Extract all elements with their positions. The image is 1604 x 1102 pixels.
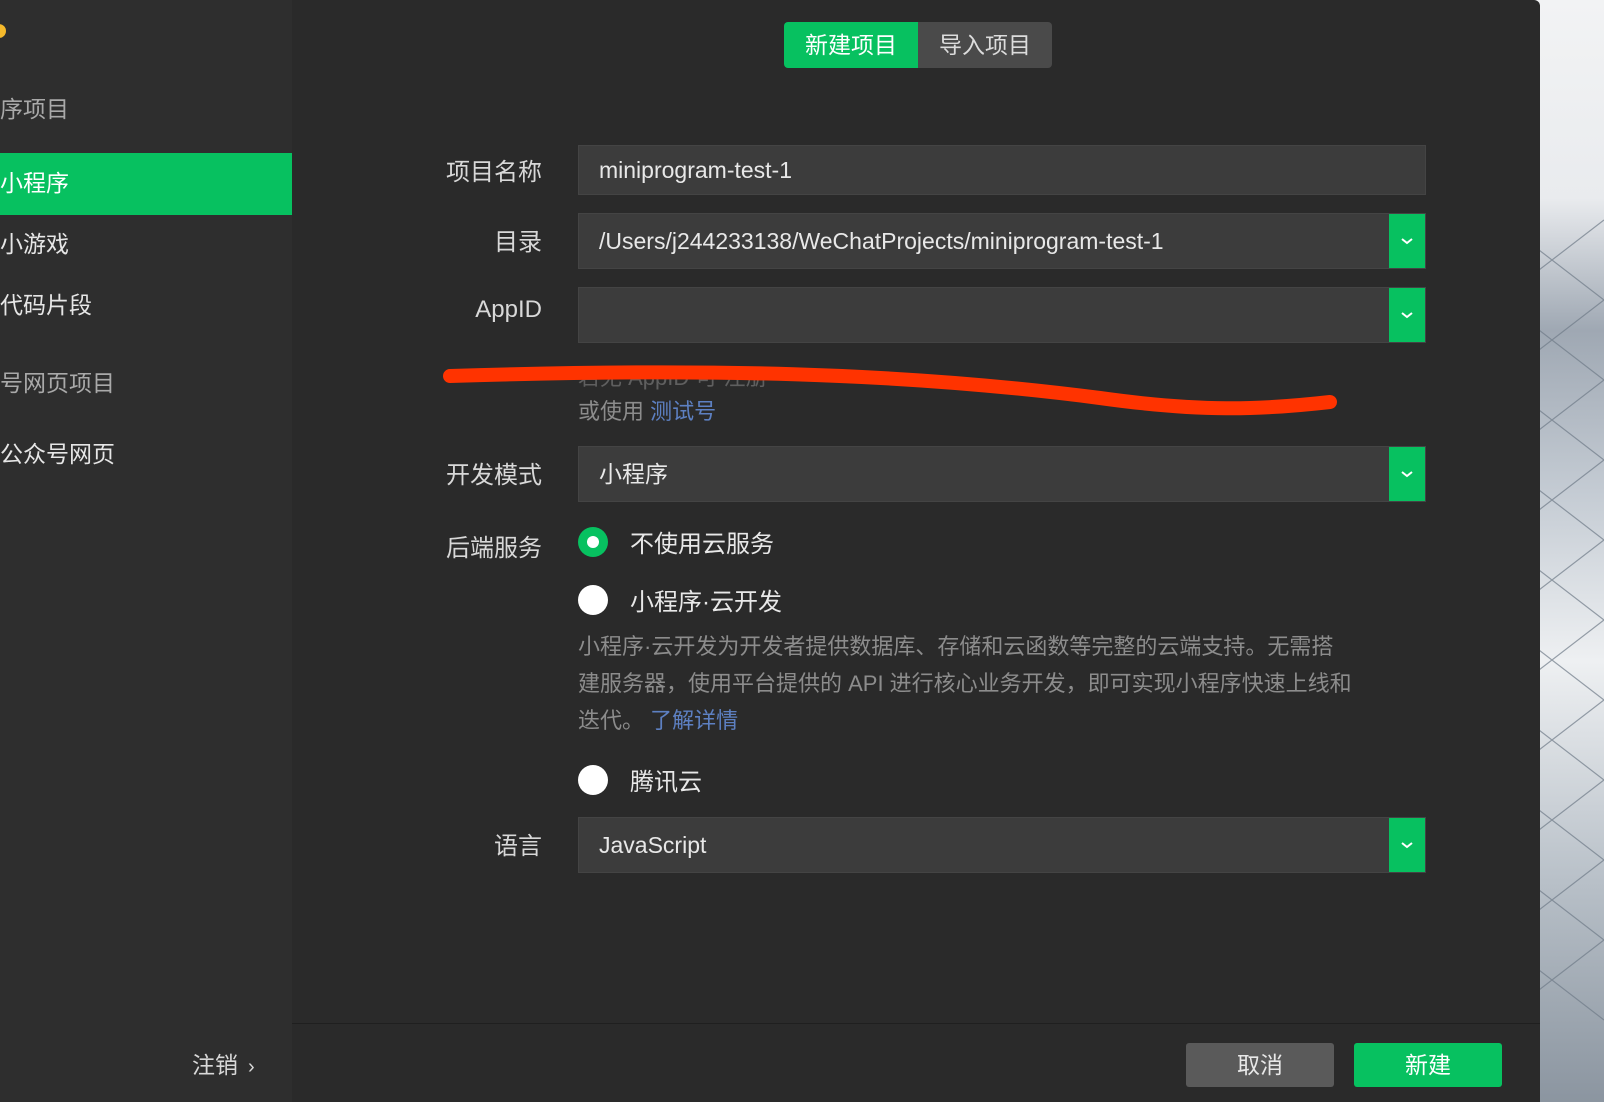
cloud-desc-line1: 小程序·云开发为开发者提供数据库、存储和云函数等完整的云端支持。无需搭 <box>578 634 1334 659</box>
backend-option-none[interactable]: 不使用云服务 <box>578 524 774 559</box>
radio-unselected[interactable] <box>578 584 608 615</box>
sidebar-item-official-web[interactable]: 公众号网页 <box>0 424 292 486</box>
window-minimize-dot[interactable] <box>0 24 6 38</box>
language-select[interactable]: JavaScript <box>578 817 1426 873</box>
sidebar: 序项目 小程序 小游戏 代码片段 号网页项目 公众号网页 注销 › <box>0 0 292 1102</box>
sidebar-section-miniprogram: 序项目 <box>0 96 69 122</box>
main-panel: 新建项目 导入项目 项目名称 miniprogram-test-1 目录 /Us… <box>292 0 1540 1102</box>
dev-mode-value: 小程序 <box>599 461 668 487</box>
appid-input[interactable] <box>599 288 1379 342</box>
project-type-tabs: 新建项目 导入项目 <box>784 22 1052 68</box>
backend-option-tencent-label: 腾讯云 <box>630 769 702 796</box>
dev-mode-label: 开发模式 <box>446 462 542 489</box>
appid-hint-obscured: 若无 AppID 可 注册 <box>578 365 768 390</box>
project-name-value: miniprogram-test-1 <box>599 157 792 183</box>
appid-select[interactable] <box>578 287 1426 343</box>
cloud-description: 小程序·云开发为开发者提供数据库、存储和云函数等完整的云端支持。无需搭 建服务器… <box>578 628 1418 739</box>
cloud-desc-line3: 迭代。 了解详情 <box>578 702 1418 739</box>
dev-mode-select[interactable]: 小程序 <box>578 446 1426 502</box>
logout-link[interactable]: 注销 › <box>192 1046 255 1080</box>
project-name-label: 项目名称 <box>446 159 542 186</box>
language-value: JavaScript <box>599 832 707 858</box>
language-label: 语言 <box>494 833 542 860</box>
footer-divider <box>292 1023 1540 1024</box>
backend-option-cloud-label: 小程序·云开发 <box>630 589 782 616</box>
sidebar-item-minigame[interactable]: 小游戏 <box>0 214 292 276</box>
tab-import-project[interactable]: 导入项目 <box>918 22 1052 68</box>
appid-hint: 或使用 测试号 <box>578 394 716 426</box>
tab-new-project[interactable]: 新建项目 <box>784 22 918 68</box>
appid-label: AppID <box>475 296 542 323</box>
chevron-down-icon[interactable] <box>1389 214 1425 268</box>
directory-label: 目录 <box>494 229 542 256</box>
directory-value: /Users/j244233138/WeChatProjects/minipro… <box>599 228 1164 254</box>
backend-option-none-label: 不使用云服务 <box>630 531 774 558</box>
chevron-right-icon: › <box>248 1056 255 1078</box>
chevron-down-icon[interactable] <box>1389 818 1425 872</box>
cloud-desc-line2: 建服务器，使用平台提供的 API 进行核心业务开发，即可实现小程序快速上线和 <box>578 671 1352 696</box>
backend-option-tencent[interactable]: 腾讯云 <box>578 762 702 797</box>
devtools-window: 序项目 小程序 小游戏 代码片段 号网页项目 公众号网页 注销 › 新建项目 导入… <box>0 0 1540 1102</box>
directory-select[interactable]: /Users/j244233138/WeChatProjects/minipro… <box>578 213 1426 269</box>
radio-selected[interactable] <box>578 526 608 557</box>
chevron-down-icon[interactable] <box>1389 288 1425 342</box>
radio-unselected[interactable] <box>578 764 608 795</box>
backend-label: 后端服务 <box>446 535 542 562</box>
sidebar-item-snippet[interactable]: 代码片段 <box>0 275 292 337</box>
logout-label: 注销 <box>192 1052 238 1078</box>
sidebar-section-web: 号网页项目 <box>0 370 115 396</box>
create-button[interactable]: 新建 <box>1354 1043 1502 1087</box>
cancel-button[interactable]: 取消 <box>1186 1043 1334 1087</box>
test-account-link[interactable]: 测试号 <box>650 399 716 424</box>
project-name-field[interactable]: miniprogram-test-1 <box>578 145 1426 195</box>
appid-hint-prefix: 或使用 <box>578 399 645 424</box>
learn-more-link[interactable]: 了解详情 <box>650 708 738 733</box>
cloud-desc-line3-prefix: 迭代。 <box>578 708 645 733</box>
sidebar-item-miniprogram[interactable]: 小程序 <box>0 153 292 215</box>
backend-option-cloud[interactable]: 小程序·云开发 <box>578 582 782 617</box>
chevron-down-icon[interactable] <box>1389 447 1425 501</box>
